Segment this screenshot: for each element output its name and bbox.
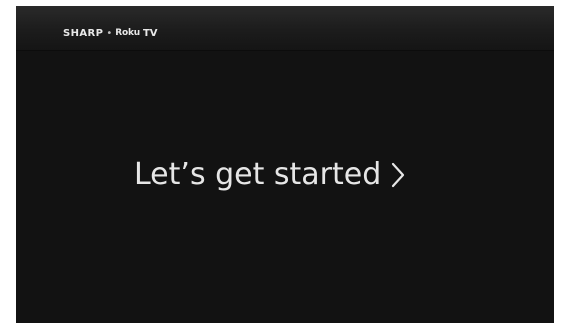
brand-separator: • — [106, 27, 113, 39]
brand-tv: TV — [142, 27, 158, 39]
top-bar: SHARP • Roku TV — [16, 6, 554, 51]
brand-roku: Roku — [115, 28, 140, 38]
brand-logo: SHARP • Roku TV — [63, 26, 158, 40]
tv-screen: SHARP • Roku TV Let’s get started — [16, 6, 554, 323]
get-started-label: Let’s get started — [134, 156, 382, 192]
brand-sharp: SHARP — [63, 27, 104, 39]
chevron-right-icon — [391, 161, 405, 188]
get-started-button[interactable]: Let’s get started — [134, 154, 405, 194]
